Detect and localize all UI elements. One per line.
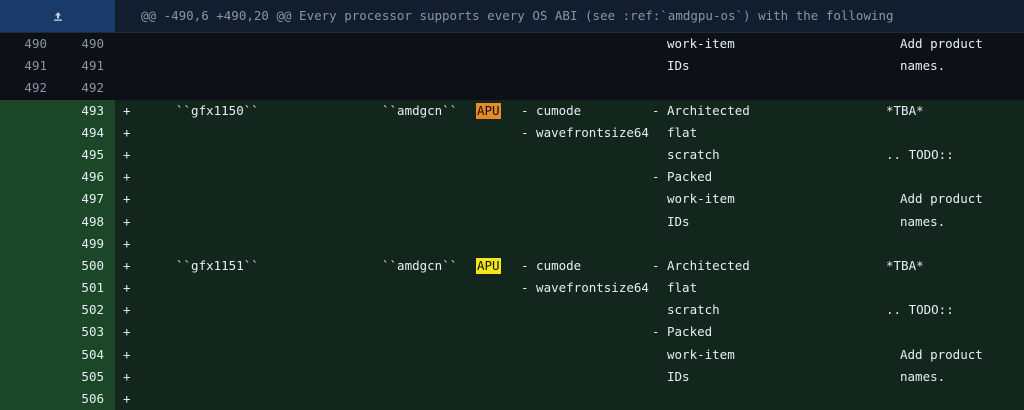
addition-sign: + <box>123 280 131 296</box>
diff-added-row: 505 + IDs names. <box>0 365 1024 388</box>
diff-added-row: 493 + ``gfx1150`` ``amdgcn`` APU - cumode - Arc… <box>0 99 1024 122</box>
diff-added-row: 496 + - Packed <box>0 166 1024 189</box>
abi-cell: scratch <box>667 302 720 318</box>
new-line-number: 490 <box>81 36 104 51</box>
abi-cell: work-item <box>667 191 735 207</box>
new-line-number: 506 <box>81 391 104 406</box>
new-line-number: 504 <box>81 346 104 362</box>
addition-sign: + <box>123 169 131 185</box>
abi-cell: scratch <box>667 146 720 162</box>
addition-sign: + <box>123 102 131 118</box>
addition-sign: + <box>123 257 131 273</box>
new-line-number: 495 <box>81 146 104 162</box>
addition-sign: + <box>123 124 131 140</box>
diff-added-row: 498 + IDs names. <box>0 210 1024 233</box>
abi-bullet: - <box>652 257 660 273</box>
apu-badge: APU <box>476 102 501 119</box>
abi-cell: flat <box>667 280 698 296</box>
product-cell: .. TODO:: <box>886 302 954 318</box>
addition-sign: + <box>123 235 131 251</box>
abi-bullet: - <box>652 324 660 340</box>
hunk-header: @@ -490,6 +490,20 @@ Every processor sup… <box>0 0 1024 33</box>
product-cell: Add product <box>900 191 983 207</box>
addition-sign: + <box>123 146 131 162</box>
abi-cell: IDs <box>667 213 690 229</box>
product-cell: *TBA* <box>886 257 924 273</box>
addition-sign: + <box>123 368 131 384</box>
product-cell: names. <box>900 213 946 229</box>
diff-added-row: 497 + work-item Add product <box>0 188 1024 211</box>
target-cell: ``amdgcn`` <box>382 257 458 273</box>
addition-sign: + <box>123 191 131 207</box>
diff-context-row: 490 490 work-item Add product <box>0 33 1024 56</box>
new-line-number: 498 <box>81 213 104 229</box>
old-line-number: 490 <box>24 36 47 51</box>
new-line-number: 502 <box>81 302 104 318</box>
product-cell: .. TODO:: <box>886 146 954 162</box>
diff-added-row: 501 + - wavefrontsize64 flat <box>0 277 1024 300</box>
abi-cell: Architected <box>667 102 750 118</box>
addition-sign: + <box>123 213 131 229</box>
old-line-number: 492 <box>24 80 47 96</box>
diff-added-row: 502 + scratch .. TODO:: <box>0 299 1024 322</box>
feature-cell: - cumode <box>521 257 582 273</box>
new-line-number: 499 <box>81 235 104 251</box>
new-line-number: 493 <box>81 102 104 118</box>
abi-cell: Architected <box>667 257 750 273</box>
new-line-number: 500 <box>81 257 104 273</box>
product-cell: names. <box>900 58 946 74</box>
feature-cell: - wavefrontsize64 <box>521 124 649 140</box>
target-cell: ``amdgcn`` <box>382 102 458 118</box>
feature-cell: - cumode <box>521 102 582 118</box>
diff-added-row: 500 + ``gfx1151`` ``amdgcn`` APU - cumode - Arc… <box>0 254 1024 278</box>
diff-added-row: 506 + <box>0 388 1024 410</box>
expand-up-button[interactable] <box>0 0 115 32</box>
abi-cell: IDs <box>667 58 690 74</box>
addition-sign: + <box>123 346 131 362</box>
diff-added-row: 499 + <box>0 232 1024 255</box>
diff-context-row: 491 491 IDs names. <box>0 55 1024 78</box>
new-line-number: 492 <box>81 80 104 96</box>
old-line-number: 491 <box>24 58 47 74</box>
abi-bullet: - <box>652 169 660 185</box>
abi-bullet: - <box>652 102 660 118</box>
new-line-number: 505 <box>81 368 104 384</box>
diff-context-row: 492 492 <box>0 77 1024 100</box>
addition-sign: + <box>123 302 131 318</box>
new-line-number: 494 <box>81 124 104 140</box>
new-line-number: 503 <box>81 324 104 340</box>
expand-up-icon <box>52 10 64 22</box>
hunk-header-text: @@ -490,6 +490,20 @@ Every processor sup… <box>141 8 894 23</box>
diff-added-row: 503 + - Packed <box>0 321 1024 344</box>
abi-cell: Packed <box>667 324 713 340</box>
diff-lines: 490 490 work-item Add product 491 491 IDs names… <box>0 33 1024 410</box>
abi-cell: work-item <box>667 36 735 51</box>
new-line-number: 501 <box>81 280 104 296</box>
new-line-number: 491 <box>81 58 104 74</box>
product-cell: Add product <box>900 36 983 51</box>
diff-added-row: 494 + - wavefrontsize64 flat <box>0 121 1024 144</box>
diff-added-row: 495 + scratch .. TODO:: <box>0 143 1024 167</box>
abi-cell: work-item <box>667 346 735 362</box>
addition-sign: + <box>123 324 131 340</box>
processor-cell: ``gfx1150`` <box>176 102 259 118</box>
new-line-number: 496 <box>81 169 104 185</box>
product-cell: *TBA* <box>886 102 924 118</box>
processor-cell: ``gfx1151`` <box>176 257 259 273</box>
abi-cell: IDs <box>667 368 690 384</box>
product-cell: Add product <box>900 346 983 362</box>
apu-badge: APU <box>476 257 501 274</box>
diff-added-row: 504 + work-item Add product <box>0 343 1024 366</box>
abi-cell: Packed <box>667 169 713 185</box>
feature-cell: - wavefrontsize64 <box>521 280 649 296</box>
addition-sign: + <box>123 391 131 406</box>
new-line-number: 497 <box>81 191 104 207</box>
product-cell: names. <box>900 368 946 384</box>
abi-cell: flat <box>667 124 698 140</box>
